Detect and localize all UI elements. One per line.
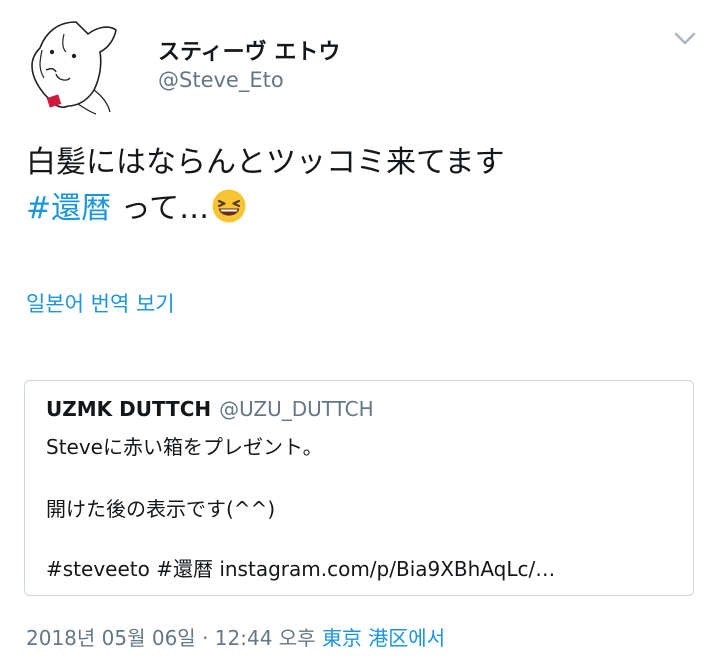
tweet-text: 白髪にはならんとツッコミ来てます #還暦 って… [26, 140, 706, 232]
location-suffix: 에서 [408, 626, 446, 650]
chevron-down-icon [674, 32, 696, 45]
laughing-face-emoji-icon [211, 188, 247, 224]
tweet-metadata: 2018년 05월 06일 · 12:44 오후 東京 港区에서 [26, 622, 445, 651]
tweet-timestamp: 2018년 05월 06일 · 12:44 오후 [26, 626, 322, 650]
tweet-line-1: 白髪にはならんとツッコミ来てます [26, 145, 505, 180]
tweet-menu-button[interactable] [672, 28, 698, 48]
translate-tweet-link[interactable]: 일본어 번역 보기 [26, 288, 175, 318]
tweet-line-2-text: って… [111, 191, 210, 226]
quoted-author-handle: @UZU_DUTTCH [219, 397, 374, 421]
author-display-name[interactable]: スティーヴ エトウ [158, 34, 340, 66]
quoted-tweet-line-2: 開けた後の表示です(^^) [46, 497, 276, 521]
quoted-tweet-card[interactable]: UZMK DUTTCH @UZU_DUTTCH Steveに赤い箱をプレゼント。 … [24, 380, 694, 596]
quoted-author-name: UZMK DUTTCH [46, 397, 212, 421]
quoted-tweet-line-1: Steveに赤い箱をプレゼント。 [46, 435, 323, 459]
author-avatar[interactable] [18, 8, 128, 116]
location-link[interactable]: 東京 港区 [322, 626, 408, 650]
tweet-line-2: #還暦 って… [26, 186, 706, 232]
hashtag-link[interactable]: #還暦 [26, 191, 111, 226]
quoted-tweet-header: UZMK DUTTCH @UZU_DUTTCH [46, 397, 374, 421]
quoted-tweet-line-3: #steveeto #還暦 instagram.com/p/Bia9XBhAqL… [46, 557, 556, 581]
author-handle[interactable]: @Steve_Eto [158, 68, 284, 92]
dog-sketch-avatar-icon [20, 9, 126, 115]
